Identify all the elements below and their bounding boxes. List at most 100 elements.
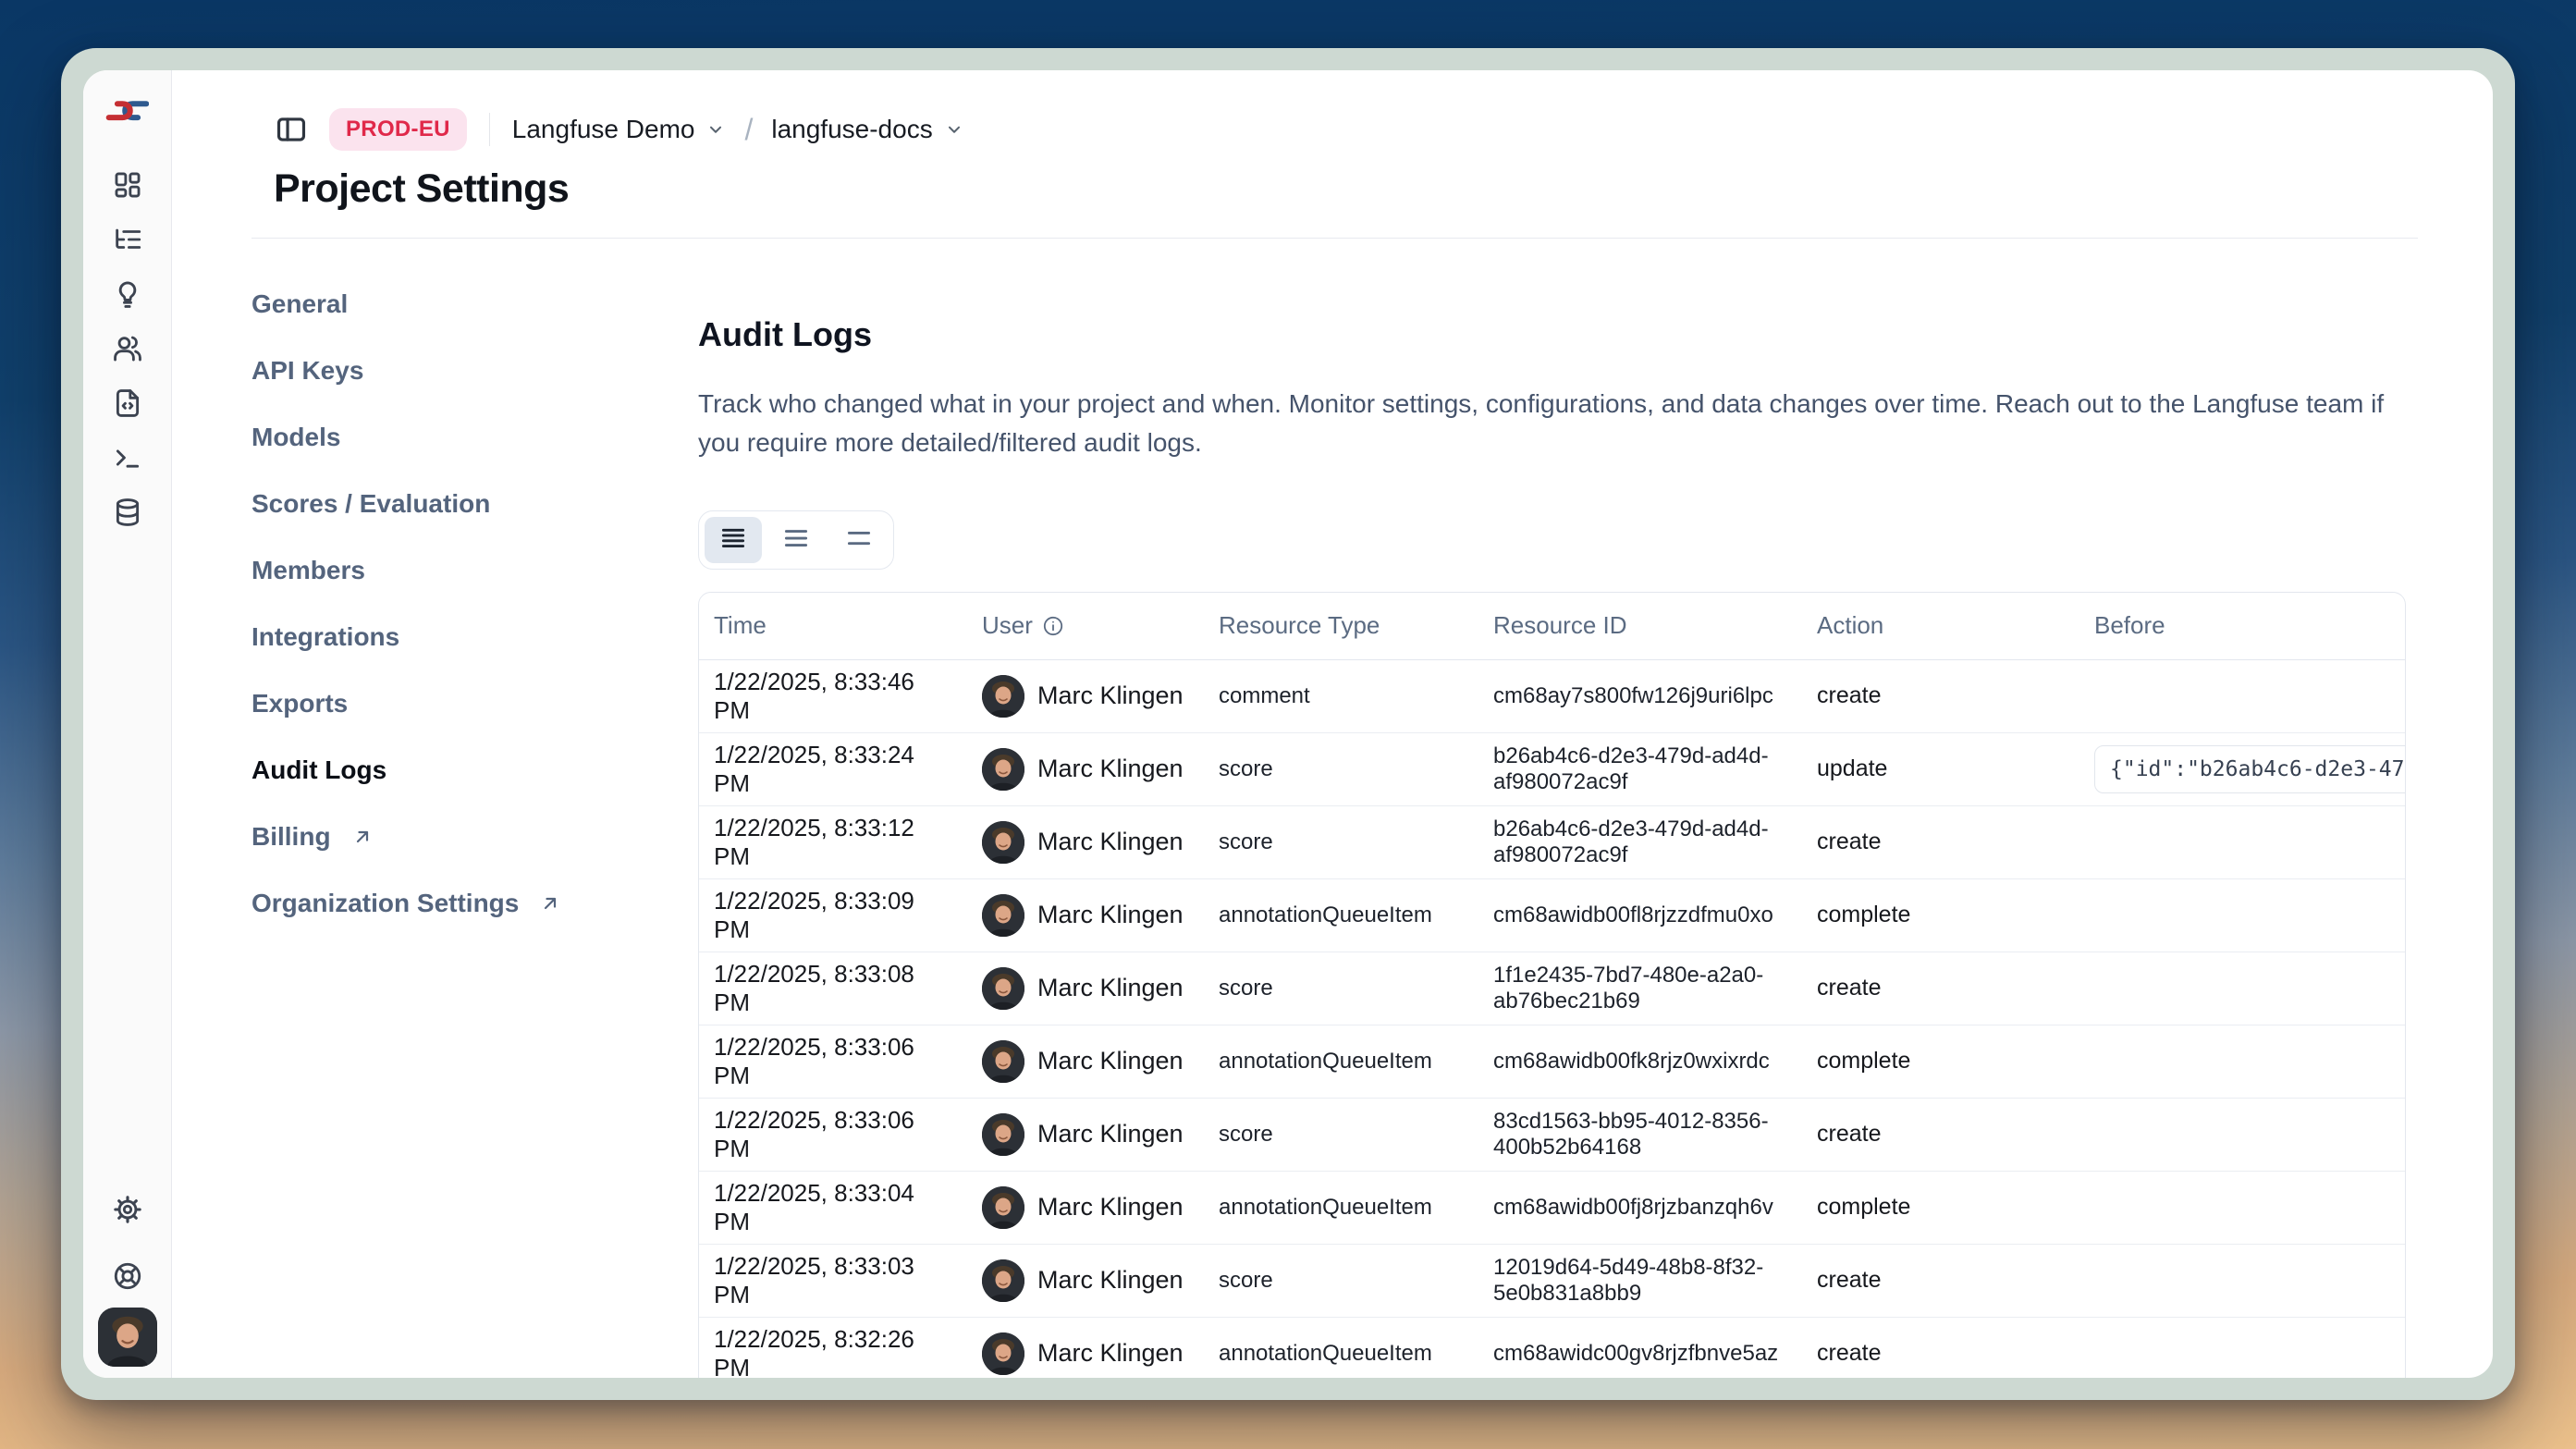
project-name: langfuse-docs (771, 115, 932, 144)
settings-gear-button[interactable] (112, 1195, 143, 1226)
cell-resource-type: score (1204, 1260, 1478, 1301)
list-tree-nav-button[interactable] (112, 225, 143, 256)
cell-resource-id: cm68awidb00fl8rjzzdfmu0xo (1478, 895, 1802, 936)
life-buoy-icon (112, 1260, 143, 1295)
row-height-medium-button[interactable] (767, 517, 825, 563)
table-row: 1/22/2025, 8:33:46 PM Marc Klingen comme… (699, 660, 2405, 732)
user-avatar[interactable] (98, 1308, 157, 1367)
nav-item-label: Integrations (251, 622, 399, 652)
cell-user: Marc Klingen (967, 741, 1204, 798)
app-window: PROD-EU Langfuse Demo / langfuse-docs Pr… (61, 48, 2515, 1400)
settings-nav-item-api-keys[interactable]: API Keys (251, 338, 698, 404)
column-header-before: Before (2079, 611, 2405, 640)
cell-resource-id: 83cd1563-bb95-4012-8356-400b52b64168 (1478, 1101, 1802, 1168)
cell-user: Marc Klingen (967, 814, 1204, 871)
info-icon[interactable] (1042, 615, 1064, 637)
cell-user: Marc Klingen (967, 1179, 1204, 1236)
file-code-icon (112, 387, 143, 422)
settings-nav-item-members[interactable]: Members (251, 537, 698, 604)
user-name: Marc Klingen (1037, 1120, 1184, 1148)
cell-time: 1/22/2025, 8:33:46 PM (699, 660, 967, 732)
settings-nav: General API KeysModels Scores / Evaluation… (251, 239, 698, 1378)
user-avatar-small (982, 967, 1024, 1010)
cell-action: create (1802, 675, 2079, 717)
user-name: Marc Klingen (1037, 828, 1184, 856)
nav-item-label: Organization Settings (251, 889, 519, 918)
cell-action: create (1802, 821, 2079, 863)
table-row: 1/22/2025, 8:33:04 PM Marc Klingen annot… (699, 1171, 2405, 1244)
cell-resource-type: score (1204, 822, 1478, 863)
life-buoy-button[interactable] (112, 1261, 143, 1293)
cell-before (2079, 835, 2405, 850)
row-height-small-button[interactable] (830, 517, 888, 563)
breadcrumb: PROD-EU Langfuse Demo / langfuse-docs (274, 108, 2418, 151)
user-name: Marc Klingen (1037, 682, 1184, 710)
user-name: Marc Klingen (1037, 974, 1184, 1002)
table-row: 1/22/2025, 8:33:24 PM Marc Klingen score… (699, 732, 2405, 805)
panel-left-icon (274, 136, 309, 150)
cell-resource-type: comment (1204, 676, 1478, 717)
column-header-user: User (967, 611, 1204, 640)
user-name: Marc Klingen (1037, 1193, 1184, 1222)
nav-item-label: General (251, 289, 348, 319)
cell-user: Marc Klingen (967, 960, 1204, 1017)
audit-table-body: 1/22/2025, 8:33:46 PM Marc Klingen comme… (699, 660, 2405, 1378)
users-nav-button[interactable] (112, 334, 143, 365)
cell-resource-id: b26ab4c6-d2e3-479d-ad4d-af980072ac9f (1478, 736, 1802, 803)
settings-nav-item-audit-logs[interactable]: Audit Logs (251, 737, 698, 804)
cell-time: 1/22/2025, 8:33:03 PM (699, 1245, 967, 1317)
list-tree-icon (112, 224, 143, 258)
settings-nav-item-models[interactable]: Models (251, 404, 698, 471)
project-switcher[interactable]: langfuse-docs (771, 115, 963, 144)
chevron-down-icon (705, 119, 726, 140)
settings-nav-item-exports[interactable]: Exports (251, 670, 698, 737)
terminal-nav-button[interactable] (112, 443, 143, 474)
cell-time: 1/22/2025, 8:33:08 PM (699, 952, 967, 1025)
cell-user: Marc Klingen (967, 1252, 1204, 1309)
lightbulb-icon (112, 278, 143, 313)
cell-time: 1/22/2025, 8:33:04 PM (699, 1172, 967, 1244)
user-avatar-small (982, 748, 1024, 791)
user-name: Marc Klingen (1037, 901, 1184, 929)
settings-nav-item-integrations[interactable]: Integrations (251, 604, 698, 670)
users-icon (112, 333, 143, 367)
user-avatar-small (982, 1113, 1024, 1156)
cell-user: Marc Klingen (967, 1033, 1204, 1090)
cell-before (2079, 1273, 2405, 1288)
settings-nav-item-general[interactable]: General (251, 271, 698, 338)
settings-nav-item-organization-settings[interactable]: Organization Settings (251, 870, 698, 937)
sidebar-toggle-button[interactable] (274, 112, 309, 147)
column-header-resource-id: Resource ID (1478, 611, 1802, 640)
settings-nav-item-scores-evaluation[interactable]: Scores / Evaluation (251, 471, 698, 537)
settings-nav-item-billing[interactable]: Billing (251, 804, 698, 870)
database-nav-button[interactable] (112, 497, 143, 529)
main-area: PROD-EU Langfuse Demo / langfuse-docs Pr… (172, 70, 2493, 1378)
cell-resource-type: annotationQueueItem (1204, 1187, 1478, 1228)
row-height-large-button[interactable] (705, 517, 762, 563)
nav-item-label: Members (251, 556, 365, 585)
column-header-time: Time (699, 611, 967, 640)
cell-resource-type: annotationQueueItem (1204, 1333, 1478, 1374)
dashboard-icon (112, 169, 143, 203)
cell-before (2079, 981, 2405, 996)
nav-item-label: Scores / Evaluation (251, 489, 490, 519)
table-row: 1/22/2025, 8:33:03 PM Marc Klingen score… (699, 1244, 2405, 1317)
cell-before (2079, 689, 2405, 704)
org-switcher[interactable]: Langfuse Demo (512, 115, 727, 144)
file-code-nav-button[interactable] (112, 388, 143, 420)
user-name: Marc Klingen (1037, 755, 1184, 783)
database-icon (112, 497, 143, 531)
dashboard-nav-button[interactable] (112, 170, 143, 202)
row-height-medium-icon (782, 524, 810, 555)
cell-resource-id: cm68awidb00fj8rjzbanzqh6v (1478, 1187, 1802, 1228)
cell-before (2079, 1054, 2405, 1069)
cell-resource-id: cm68awidc00gv8rjzfbnve5az (1478, 1333, 1802, 1374)
langfuse-logo[interactable] (105, 96, 150, 128)
cell-before (2079, 1127, 2405, 1142)
column-header-resource-type: Resource Type (1204, 611, 1478, 640)
cell-before: {"id":"b26ab4c6-d2e3-479d-a (2079, 738, 2405, 801)
cell-resource-id: cm68awidb00fk8rjz0wxixrdc (1478, 1041, 1802, 1082)
lightbulb-nav-button[interactable] (112, 279, 143, 311)
user-avatar-small (982, 1332, 1024, 1375)
breadcrumb-separator: / (744, 113, 753, 147)
